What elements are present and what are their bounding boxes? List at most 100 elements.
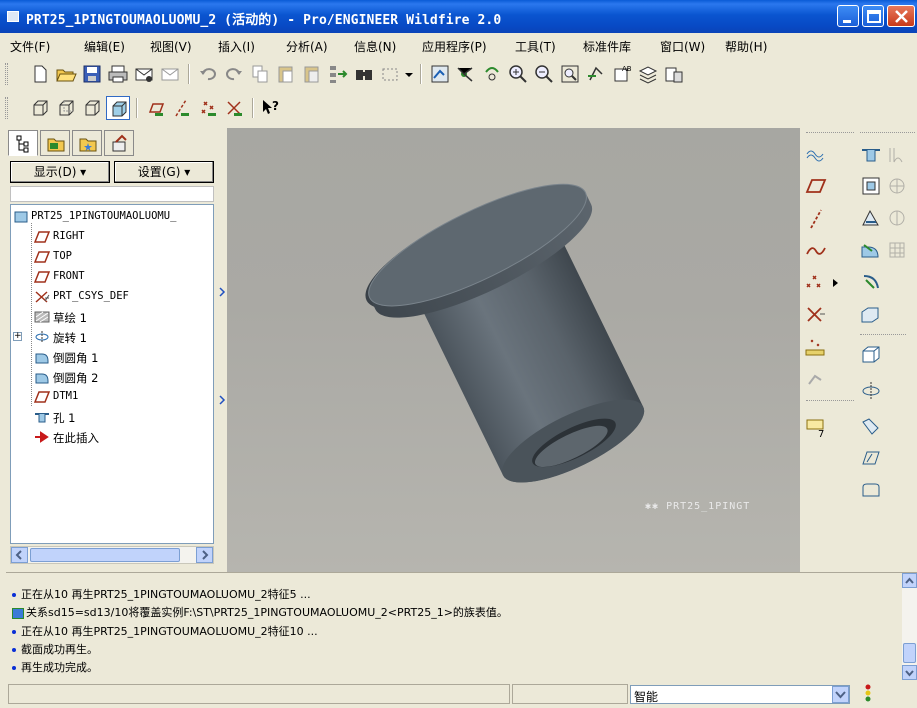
undo-icon[interactable]: [196, 62, 220, 86]
close-button[interactable]: [887, 5, 915, 27]
menu-standard-parts[interactable]: 标准件库: [583, 38, 631, 55]
menu-tools[interactable]: 工具(T): [515, 38, 556, 55]
datum-curve-tool-icon[interactable]: [803, 238, 829, 264]
settings-menu-button[interactable]: 设置(G) ▾: [114, 161, 214, 183]
find-icon[interactable]: [352, 62, 376, 86]
open-icon[interactable]: [54, 62, 78, 86]
title-bar[interactable]: PRT25_1PINGTOUMAOLUOMU_2 (活动的) - Pro/ENG…: [0, 0, 917, 33]
refit-icon[interactable]: [558, 62, 582, 86]
analysis-feature-icon[interactable]: [803, 334, 829, 360]
tree-item[interactable]: 草绘 1: [11, 307, 213, 327]
datum-planes-icon[interactable]: [144, 96, 168, 120]
revolve-tool-icon[interactable]: [858, 378, 884, 404]
blend-tool-icon[interactable]: [858, 446, 884, 472]
tree-item[interactable]: DTM1: [11, 387, 213, 407]
shell-tool-icon[interactable]: [884, 142, 910, 168]
grid-tool-icon[interactable]: [884, 237, 910, 263]
chamfer-tool-icon[interactable]: [858, 270, 884, 296]
point-flyout-icon[interactable]: [830, 270, 842, 296]
datum-axis-tool-icon[interactable]: [803, 206, 829, 232]
new-icon[interactable]: [28, 62, 52, 86]
minimize-button[interactable]: [837, 5, 859, 27]
graphics-window[interactable]: ✱✱ PRT25_1PINGT: [227, 128, 800, 572]
tab-connections[interactable]: [104, 130, 134, 156]
draft-tool-icon[interactable]: [858, 205, 884, 231]
tree-item[interactable]: FRONT: [11, 267, 213, 287]
toolbar-grip[interactable]: [5, 63, 8, 85]
menu-file[interactable]: 文件(F): [10, 38, 50, 55]
copy-icon[interactable]: [248, 62, 272, 86]
message-scrollbar[interactable]: [902, 573, 917, 680]
view-manager-icon[interactable]: [662, 62, 686, 86]
menu-edit[interactable]: 编辑(E): [84, 38, 125, 55]
menu-analysis[interactable]: 分析(A): [286, 38, 328, 55]
tree-item[interactable]: TOP: [11, 247, 213, 267]
style-icon[interactable]: [803, 142, 829, 168]
tree-item[interactable]: 孔 1: [11, 407, 213, 427]
extrude-tool-icon[interactable]: [858, 342, 884, 368]
rib-tool-icon[interactable]: [884, 173, 910, 199]
tree-item[interactable]: 在此插入: [11, 427, 213, 447]
tree-horizontal-scrollbar[interactable]: [10, 546, 214, 564]
saved-views-icon[interactable]: AB: [610, 62, 634, 86]
scroll-right-icon[interactable]: [196, 547, 213, 563]
csys-display-icon[interactable]: [222, 96, 246, 120]
paste-special-icon[interactable]: [300, 62, 324, 86]
tree-item[interactable]: + 旋转 1: [11, 327, 213, 347]
datum-point-tool-icon[interactable]: [803, 270, 829, 296]
sweep-tool-icon[interactable]: [858, 414, 884, 440]
email-icon[interactable]: [132, 62, 156, 86]
traffic-light-icon[interactable]: [862, 684, 874, 704]
regenerate-icon[interactable]: [326, 62, 350, 86]
show-menu-button[interactable]: 显示(D) ▾: [10, 161, 110, 183]
datum-axes-icon[interactable]: [170, 96, 194, 120]
boundary-blend-icon[interactable]: [858, 478, 884, 504]
menu-help[interactable]: 帮助(H): [725, 38, 767, 55]
context-help-icon[interactable]: ?: [258, 96, 282, 120]
hidden-line-icon[interactable]: [54, 96, 78, 120]
tree-item[interactable]: RIGHT: [11, 227, 213, 247]
zoom-out-icon[interactable]: [532, 62, 556, 86]
save-icon[interactable]: [80, 62, 104, 86]
menu-insert[interactable]: 插入(I): [218, 38, 255, 55]
tree-root[interactable]: PRT25_1PINGTOUMAOLUOMU_: [11, 207, 213, 227]
maximize-button[interactable]: [862, 5, 884, 27]
select-box-icon[interactable]: [378, 62, 402, 86]
scroll-left-icon[interactable]: [11, 547, 28, 563]
spin-center-icon[interactable]: [454, 62, 478, 86]
menu-applications[interactable]: 应用程序(P): [422, 38, 487, 55]
tree-item[interactable]: 倒圆角 1: [11, 347, 213, 367]
hole-tool-icon[interactable]: [858, 142, 884, 168]
zoom-in-icon[interactable]: [506, 62, 530, 86]
orient-icon[interactable]: [480, 62, 504, 86]
email-link-icon[interactable]: [158, 62, 182, 86]
no-hidden-icon[interactable]: [80, 96, 104, 120]
tree-item[interactable]: PRT_CSYS_DEF: [11, 287, 213, 307]
wireframe-icon[interactable]: [28, 96, 52, 120]
reorient-icon[interactable]: [584, 62, 608, 86]
chevron-down-icon[interactable]: [832, 686, 849, 703]
toolbar-grip[interactable]: [5, 97, 8, 119]
select-dropdown-icon[interactable]: [402, 62, 416, 86]
print-icon[interactable]: [106, 62, 130, 86]
repaint-icon[interactable]: [428, 62, 452, 86]
sketch-tool-icon[interactable]: 7: [803, 413, 829, 440]
csys-tool-icon[interactable]: [803, 302, 829, 328]
datum-plane-tool-icon[interactable]: [803, 173, 829, 199]
tree-filter-field[interactable]: [10, 186, 214, 202]
datum-points-icon[interactable]: [196, 96, 220, 120]
tree-item[interactable]: 倒圆角 2: [11, 367, 213, 387]
round-tool-icon[interactable]: [858, 237, 884, 263]
redo-icon[interactable]: [222, 62, 246, 86]
scroll-down-icon[interactable]: [902, 665, 917, 680]
copy-geometry-icon[interactable]: [803, 366, 829, 392]
tab-folder-browser[interactable]: [40, 130, 70, 156]
menu-view[interactable]: 视图(V): [150, 38, 192, 55]
expand-icon[interactable]: +: [13, 332, 22, 341]
scroll-up-icon[interactable]: [902, 573, 917, 588]
menu-info[interactable]: 信息(N): [354, 38, 396, 55]
chamfer-edge-icon[interactable]: [858, 302, 884, 328]
shell-icon[interactable]: [858, 173, 884, 199]
shading-icon[interactable]: [106, 96, 130, 120]
selection-filter-select[interactable]: 智能: [630, 685, 850, 704]
